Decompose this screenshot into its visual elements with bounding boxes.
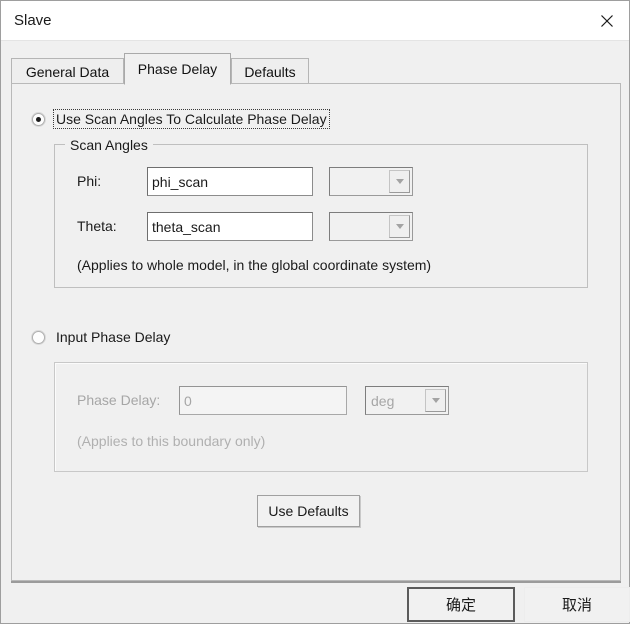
chevron-down-icon[interactable] bbox=[389, 170, 410, 193]
phase-delay-label: Phase Delay: bbox=[77, 392, 161, 408]
cancel-button-label: 取消 bbox=[561, 596, 592, 614]
phase-delay-panel: Use Scan Angles To Calculate Phase Delay… bbox=[11, 83, 621, 581]
phase-delay-input[interactable]: 0 bbox=[179, 386, 347, 415]
chevron-down-icon[interactable] bbox=[389, 215, 410, 238]
radio-input-phase-delay-indicator[interactable] bbox=[32, 330, 45, 344]
tab-general-data[interactable]: General Data bbox=[11, 58, 124, 84]
scan-angles-group: Scan Angles Phi: phi_scan Theta: theta_s… bbox=[54, 137, 588, 288]
use-defaults-button[interactable]: Use Defaults bbox=[257, 495, 360, 527]
ok-button-label: 确定 bbox=[445, 596, 476, 614]
theta-unit-combo[interactable] bbox=[329, 212, 413, 241]
radio-use-scan-angles[interactable]: Use Scan Angles To Calculate Phase Delay bbox=[32, 109, 330, 129]
theta-input[interactable]: theta_scan bbox=[147, 212, 313, 241]
use-defaults-button-label: Use Defaults bbox=[268, 503, 349, 519]
tab-general-data-label: General Data bbox=[25, 63, 110, 80]
tab-phase-delay-label: Phase Delay bbox=[137, 61, 218, 77]
tab-phase-delay[interactable]: Phase Delay bbox=[124, 53, 231, 85]
phi-input[interactable]: phi_scan bbox=[147, 167, 313, 196]
cancel-button[interactable]: 取消 bbox=[524, 587, 630, 622]
scan-angles-group-title: Scan Angles bbox=[65, 137, 153, 153]
close-icon[interactable] bbox=[584, 1, 629, 40]
input-phase-delay-group: Phase Delay: 0 deg (Applies to this boun… bbox=[54, 362, 588, 472]
chevron-down-icon[interactable] bbox=[425, 389, 446, 412]
radio-use-scan-angles-label: Use Scan Angles To Calculate Phase Delay bbox=[53, 109, 330, 129]
phi-unit-combo[interactable] bbox=[329, 167, 413, 196]
window-title: Slave bbox=[14, 12, 52, 29]
tab-defaults-label: Defaults bbox=[244, 63, 296, 80]
title-bar: Slave bbox=[1, 1, 629, 41]
theta-label: Theta: bbox=[77, 218, 117, 234]
scan-angles-note: (Applies to whole model, in the global c… bbox=[77, 257, 432, 273]
radio-use-scan-angles-indicator[interactable] bbox=[32, 112, 45, 126]
footer-separator bbox=[11, 581, 621, 583]
tab-strip: General Data Phase Delay Defaults bbox=[11, 53, 621, 85]
input-phase-delay-note: (Applies to this boundary only) bbox=[77, 433, 266, 449]
phi-label: Phi: bbox=[77, 173, 102, 189]
tab-defaults[interactable]: Defaults bbox=[231, 58, 309, 84]
slave-dialog: Slave General Data Phase Delay Defaults … bbox=[0, 0, 630, 624]
ok-button[interactable]: 确定 bbox=[407, 587, 515, 622]
radio-input-phase-delay[interactable]: Input Phase Delay bbox=[32, 328, 172, 346]
radio-input-phase-delay-label: Input Phase Delay bbox=[56, 329, 171, 345]
phase-delay-unit-value: deg bbox=[371, 392, 395, 409]
phase-delay-unit-combo[interactable]: deg bbox=[365, 386, 449, 415]
